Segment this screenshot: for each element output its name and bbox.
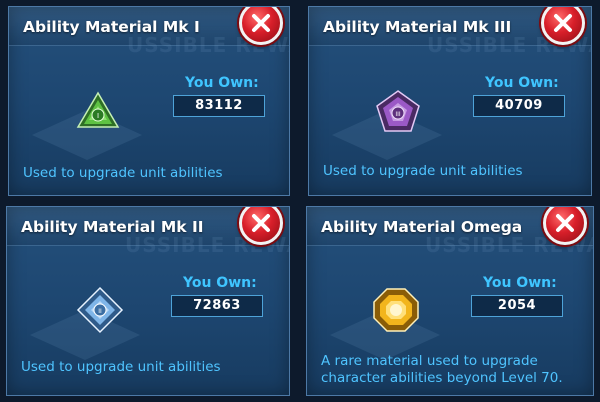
item-panel-mk3: USSIBLE REWARDS Ability Material Mk III … xyxy=(308,6,592,196)
ability-omega-icon xyxy=(373,288,419,332)
close-icon xyxy=(554,14,572,32)
owned-quantity: 72863 xyxy=(171,295,263,317)
you-own-label: You Own: xyxy=(183,275,257,291)
close-icon xyxy=(556,214,574,232)
owned-quantity: 40709 xyxy=(473,95,565,117)
item-title: Ability Material Omega xyxy=(321,218,523,236)
item-description: Used to upgrade unit abilities xyxy=(323,163,523,179)
you-own-label: You Own: xyxy=(483,275,557,291)
you-own-label: You Own: xyxy=(185,75,259,91)
item-panel-mk1: USSIBLE REWARDS Ability Material Mk I I … xyxy=(8,6,290,196)
icon-numeral: I xyxy=(97,112,99,120)
item-description: Used to upgrade unit abilities xyxy=(21,359,221,375)
owned-quantity: 83112 xyxy=(173,95,265,117)
icon-numeral: III xyxy=(395,111,401,118)
item-title: Ability Material Mk I xyxy=(23,18,200,36)
ability-mk1-icon: I xyxy=(76,91,120,128)
item-panel-mk2: USSIBLE REWARDS Ability Material Mk II I… xyxy=(6,206,290,396)
close-icon xyxy=(252,214,270,232)
item-description: A rare material used to upgrade characte… xyxy=(321,353,563,386)
close-icon xyxy=(252,14,270,32)
owned-quantity: 2054 xyxy=(471,295,563,317)
ability-mk3-icon: III xyxy=(376,90,420,132)
icon-numeral: II xyxy=(98,308,102,315)
item-panel-omega: USSIBLE REWARDS Ability Material Omega Y… xyxy=(306,206,594,396)
item-description: Used to upgrade unit abilities xyxy=(23,165,223,181)
ability-mk2-icon: II xyxy=(76,286,124,334)
you-own-label: You Own: xyxy=(485,75,559,91)
inventory-screen: { "panels": [ {"title":"Ability Material… xyxy=(0,0,600,402)
item-title: Ability Material Mk III xyxy=(323,18,512,36)
item-title: Ability Material Mk II xyxy=(21,218,204,236)
